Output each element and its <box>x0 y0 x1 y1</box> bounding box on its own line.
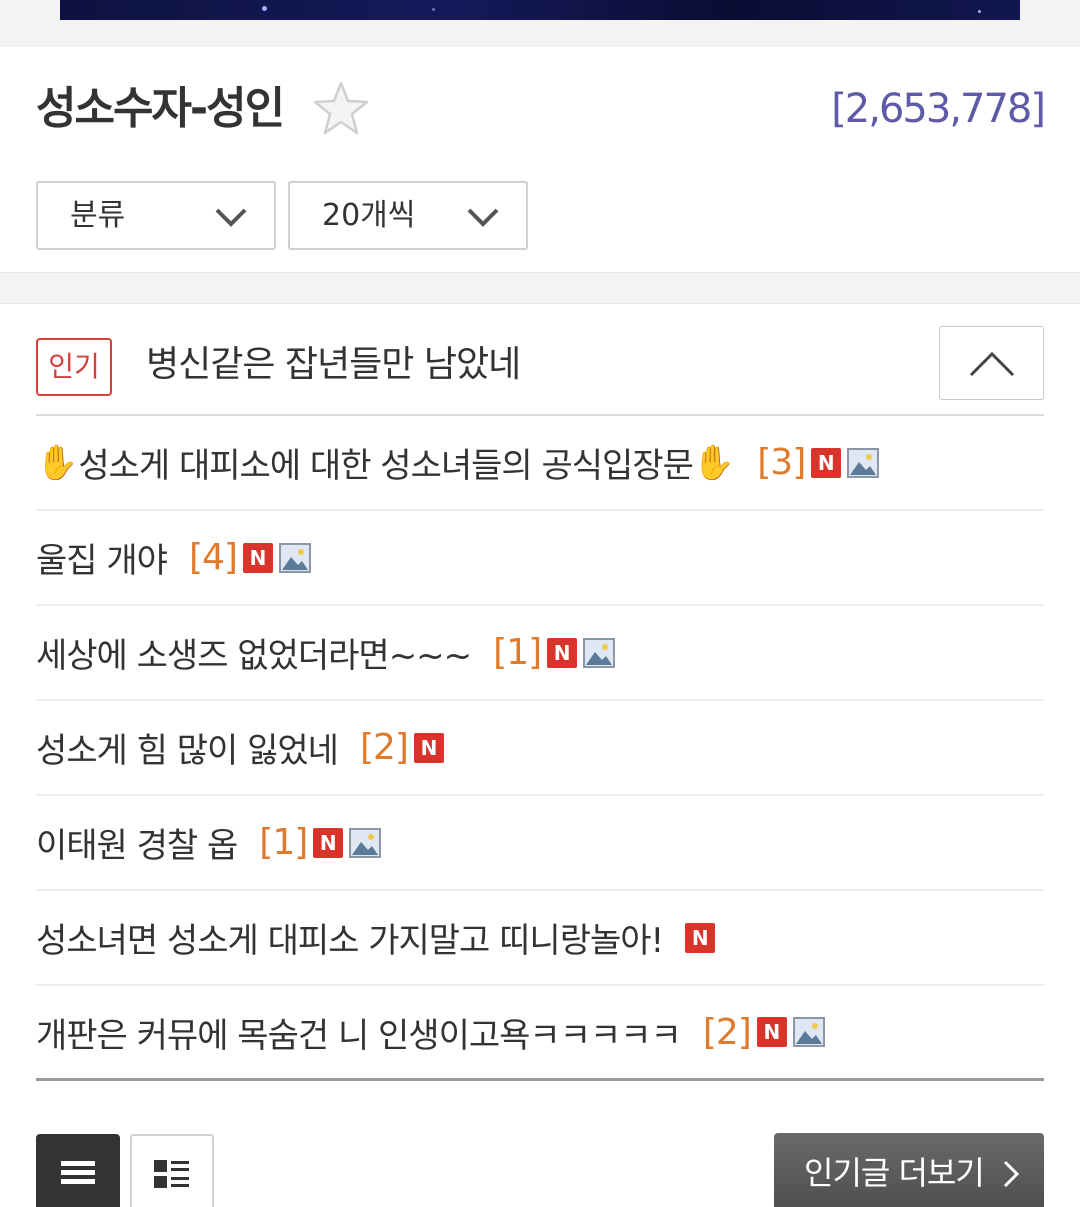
post-row[interactable]: 세상에 소생즈 없었더라면~~~ [1] N <box>36 606 1044 701</box>
category-select[interactable]: 분류 <box>36 181 276 250</box>
card-view-button[interactable] <box>130 1134 214 1207</box>
per-page-select-label: 20개씩 <box>322 198 416 233</box>
new-badge: N <box>756 1017 787 1047</box>
post-row[interactable]: 성소게 힘 많이 잃었네 [2] N <box>36 701 1044 796</box>
new-badge: N <box>811 447 842 478</box>
chevron-down-icon <box>215 208 247 227</box>
card-view-icon <box>154 1160 189 1188</box>
post-title[interactable]: 세상에 소생즈 없었더라면~~~ <box>36 628 472 677</box>
section-divider <box>0 272 1080 304</box>
raised-hand-emoji: ✋ <box>692 442 736 483</box>
reply-count: [3] <box>757 442 806 483</box>
banner-image[interactable] <box>60 0 1020 20</box>
reply-count: [2] <box>702 1011 752 1053</box>
image-icon <box>847 447 880 478</box>
reply-count: [2] <box>359 727 409 768</box>
new-badge: N <box>242 542 273 573</box>
image-icon <box>583 637 616 668</box>
banner-star <box>432 8 435 11</box>
popular-post-list: ✋ 성소게 대피소에 대한 성소녀들의 공식입장문 ✋ [3] N 울집 개야 … <box>36 416 1044 1081</box>
category-select-label: 분류 <box>70 198 126 233</box>
post-title[interactable]: 성소녀면 성소게 대피소 가지말고 띠니랑놀아! <box>36 913 664 962</box>
new-badge: N <box>313 827 344 858</box>
reply-count: [1] <box>493 632 542 673</box>
total-post-count: [2,653,778] <box>831 86 1046 132</box>
raised-hand-emoji: ✋ <box>36 442 79 483</box>
chevron-down-icon <box>467 208 499 227</box>
post-row[interactable]: ✋ 성소게 대피소에 대한 성소녀들의 공식입장문 ✋ [3] N <box>36 416 1044 511</box>
post-title[interactable]: 울집 개야 <box>36 533 168 582</box>
banner-star <box>978 10 981 13</box>
popular-section-header: 인기 병신같은 잡년들만 남았네 <box>36 326 1044 416</box>
post-row[interactable]: 울집 개야 [4] N <box>36 511 1044 606</box>
chevron-right-icon <box>1003 1160 1020 1188</box>
list-view-button[interactable] <box>36 1134 120 1207</box>
post-row[interactable]: 이태원 경찰 옵 [1] N <box>36 796 1044 891</box>
top-banner-area <box>0 0 1080 47</box>
board-page: 성소수자-성인 [2,653,778] 분류 20개씩 인기 병신같은 잡년들만… <box>0 0 1080 1207</box>
per-page-select[interactable]: 20개씩 <box>288 181 528 250</box>
image-icon <box>792 1017 825 1047</box>
image-icon <box>278 542 311 573</box>
board-title: 성소수자-성인 <box>36 83 285 134</box>
post-title[interactable]: 성소게 힘 많이 잃었네 <box>36 723 339 772</box>
post-title[interactable]: 성소게 대피소에 대한 성소녀들의 공식입장문 <box>78 438 694 487</box>
new-badge: N <box>413 732 444 763</box>
post-row[interactable]: 성소녀면 성소게 대피소 가지말고 띠니랑놀아! N <box>36 891 1044 986</box>
banner-star <box>262 6 267 11</box>
more-popular-label: 인기글 더보기 <box>804 1154 985 1192</box>
board-header: 성소수자-성인 [2,653,778] 분류 20개씩 <box>0 47 1080 272</box>
popular-badge: 인기 <box>36 338 112 396</box>
list-view-icon <box>61 1161 95 1184</box>
collapse-button[interactable] <box>939 326 1044 400</box>
star-icon[interactable] <box>312 80 370 136</box>
post-title[interactable]: 이태원 경찰 옵 <box>36 818 238 867</box>
post-row[interactable]: 개판은 커뮤에 목숨건 니 인생이고욕ㅋㅋㅋㅋㅋ [2] N <box>36 986 1044 1081</box>
chevron-up-icon <box>969 351 1015 377</box>
more-popular-button[interactable]: 인기글 더보기 <box>774 1133 1044 1207</box>
new-badge: N <box>685 922 716 953</box>
new-badge: N <box>547 637 578 668</box>
reply-count: [4] <box>188 537 238 578</box>
post-title[interactable]: 개판은 커뮤에 목숨건 니 인생이고욕ㅋㅋㅋㅋㅋ <box>36 1008 682 1057</box>
image-icon <box>349 827 382 858</box>
reply-count: [1] <box>259 822 308 863</box>
popular-headline-link[interactable]: 병신같은 잡년들만 남았네 <box>146 340 521 390</box>
